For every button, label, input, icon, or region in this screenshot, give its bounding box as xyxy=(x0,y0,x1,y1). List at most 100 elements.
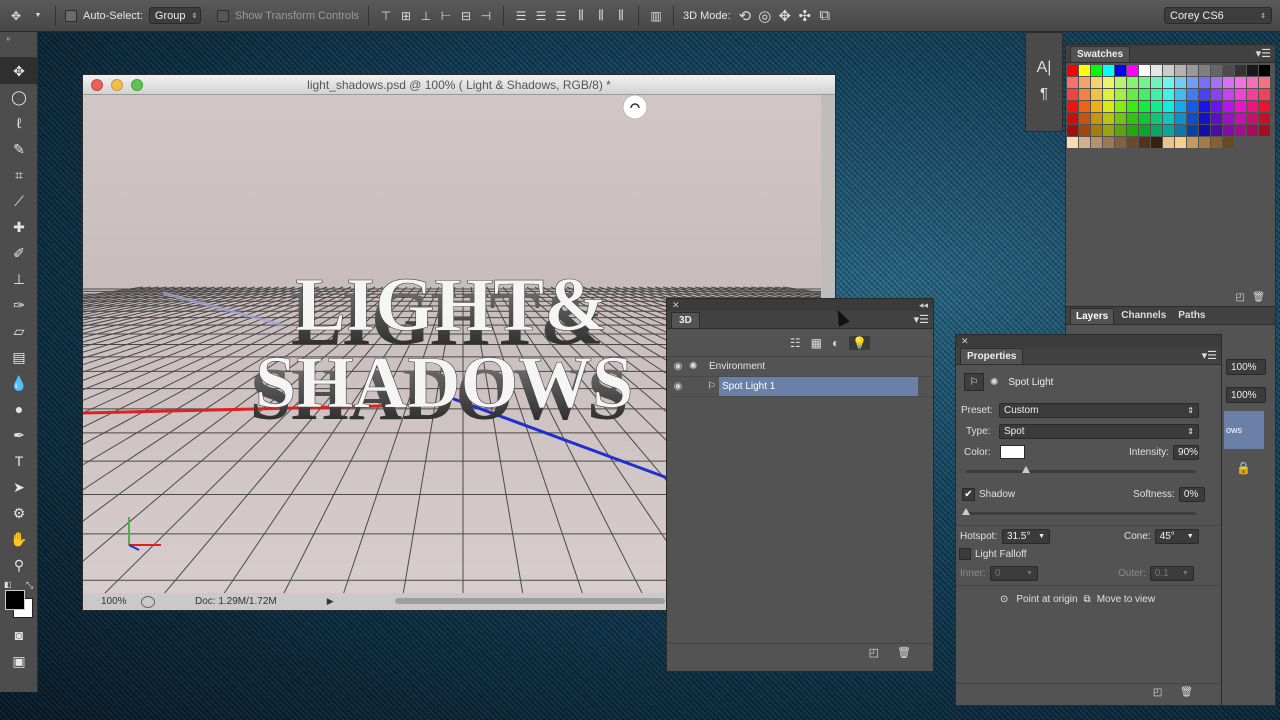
swatch[interactable] xyxy=(1199,89,1210,100)
distribute-left-icon[interactable]: ⫼ xyxy=(573,8,589,24)
properties-tab[interactable]: Properties xyxy=(960,347,1024,364)
whole-scene-icon[interactable]: ☷ xyxy=(790,336,801,350)
zoom-tool-icon[interactable]: ⚲ xyxy=(0,552,38,578)
dodge-tool-icon[interactable]: ● xyxy=(0,396,38,422)
3d-roll-icon[interactable]: ◎ xyxy=(757,8,773,25)
swatch[interactable] xyxy=(1079,89,1090,100)
swatch[interactable] xyxy=(1187,89,1198,100)
swatch[interactable] xyxy=(1079,65,1090,76)
default-colors-icon[interactable]: ◧ xyxy=(4,580,12,589)
swatch[interactable] xyxy=(1103,101,1114,112)
horizontal-scrollbar[interactable] xyxy=(395,598,665,604)
light-color-swatch[interactable] xyxy=(1000,445,1025,459)
tab-channels[interactable]: Channels xyxy=(1116,308,1171,323)
character-panel-icon[interactable]: A| xyxy=(1026,59,1062,77)
swatch[interactable] xyxy=(1247,65,1258,76)
swatch[interactable] xyxy=(1175,113,1186,124)
swatch[interactable] xyxy=(1163,89,1174,100)
swatch[interactable] xyxy=(1067,137,1078,148)
swatch[interactable] xyxy=(1103,77,1114,88)
paragraph-panel-icon[interactable]: ¶ xyxy=(1026,85,1062,102)
swatch[interactable] xyxy=(1187,77,1198,88)
swatch[interactable] xyxy=(1199,101,1210,112)
inner-field[interactable]: 0 ▼ xyxy=(990,565,1038,581)
swatch[interactable] xyxy=(1235,113,1246,124)
swatch[interactable] xyxy=(1127,125,1138,136)
swatch[interactable] xyxy=(1079,125,1090,136)
minimize-window-icon[interactable] xyxy=(111,79,123,91)
swatch[interactable] xyxy=(1175,77,1186,88)
swatch[interactable] xyxy=(1223,101,1234,112)
3d-panel-tab[interactable]: 3D xyxy=(671,311,700,328)
trash-icon[interactable]: 🗑 xyxy=(1252,292,1265,303)
swatch[interactable] xyxy=(1187,65,1198,76)
swatch[interactable] xyxy=(1247,77,1258,88)
auto-select-checkbox[interactable] xyxy=(65,9,77,22)
swatch[interactable] xyxy=(1067,77,1078,88)
collapse-panel-icon[interactable]: ◂◂ xyxy=(919,300,928,311)
swatch[interactable] xyxy=(1103,137,1114,148)
eraser-tool-icon[interactable]: ▱ xyxy=(0,318,38,344)
swatch[interactable] xyxy=(1187,137,1198,148)
swatch[interactable] xyxy=(1127,101,1138,112)
panel-menu-icon[interactable]: ▾☰ xyxy=(1202,349,1217,362)
quick-mask-icon[interactable]: ◙ xyxy=(0,622,38,648)
swatch[interactable] xyxy=(1223,77,1234,88)
swatch[interactable] xyxy=(1103,113,1114,124)
trash-icon[interactable]: 🗑 xyxy=(897,646,911,659)
swatch[interactable] xyxy=(1223,89,1234,100)
swatch[interactable] xyxy=(1235,65,1246,76)
swatch[interactable] xyxy=(1259,113,1270,124)
swatch[interactable] xyxy=(1151,65,1162,76)
lasso-tool-icon[interactable]: ℓ xyxy=(0,110,38,136)
3d-object-tool-icon[interactable]: ⚙ xyxy=(0,500,38,526)
close-panel-icon[interactable]: ✕ xyxy=(672,300,680,311)
path-select-tool-icon[interactable]: ➤ xyxy=(0,474,38,500)
collapse-icon[interactable]: » xyxy=(6,34,10,43)
swatch[interactable] xyxy=(1127,89,1138,100)
swatch[interactable] xyxy=(1211,137,1222,148)
history-brush-tool-icon[interactable]: ✑ xyxy=(0,292,38,318)
show-transform-checkbox[interactable] xyxy=(216,9,229,22)
swatch[interactable] xyxy=(1067,65,1078,76)
swatch[interactable] xyxy=(1139,77,1150,88)
distribute-hcenter-icon[interactable]: ⫼ xyxy=(593,8,609,24)
swatch[interactable] xyxy=(1091,101,1102,112)
light-widget-icon[interactable] xyxy=(622,95,648,120)
swatch[interactable] xyxy=(1115,65,1126,76)
marquee-tool-icon[interactable]: ◯ xyxy=(0,84,38,110)
align-right-icon[interactable]: ⊣ xyxy=(478,8,494,24)
swatch[interactable] xyxy=(1103,125,1114,136)
gradient-tool-icon[interactable]: ▤ xyxy=(0,344,38,370)
swatch[interactable] xyxy=(1163,77,1174,88)
status-menu-arrow-icon[interactable]: ▶ xyxy=(327,596,334,607)
hotspot-field[interactable]: 31.5° ▼ xyxy=(1002,528,1050,544)
swatch[interactable] xyxy=(1127,65,1138,76)
distribute-top-icon[interactable]: ☰ xyxy=(513,8,529,24)
swatch[interactable] xyxy=(1067,101,1078,112)
swatch[interactable] xyxy=(1127,113,1138,124)
intensity-field[interactable]: 90% xyxy=(1173,444,1200,460)
softness-field[interactable]: 0% xyxy=(1178,486,1205,502)
light-falloff-checkbox[interactable] xyxy=(959,548,971,560)
swatch[interactable] xyxy=(1199,125,1210,136)
distribute-vcenter-icon[interactable]: ☰ xyxy=(533,8,549,24)
outer-field[interactable]: 0.1 ▼ xyxy=(1149,565,1194,581)
swatch[interactable] xyxy=(1235,89,1246,100)
swatch[interactable] xyxy=(1139,113,1150,124)
close-window-icon[interactable] xyxy=(91,79,103,91)
swatch[interactable] xyxy=(1151,137,1162,148)
swatch[interactable] xyxy=(1139,125,1150,136)
move-tool-icon[interactable]: ✥ xyxy=(0,58,38,84)
swatch[interactable] xyxy=(1139,65,1150,76)
swatch[interactable] xyxy=(1259,77,1270,88)
intensity-slider-thumb[interactable] xyxy=(1021,466,1030,473)
swatch[interactable] xyxy=(1211,125,1222,136)
pen-tool-icon[interactable]: ✒ xyxy=(0,422,38,448)
swatch[interactable] xyxy=(1091,113,1102,124)
swatch[interactable] xyxy=(1115,101,1126,112)
tab-layers[interactable]: Layers xyxy=(1070,307,1115,324)
swatch[interactable] xyxy=(1091,137,1102,148)
swatch[interactable] xyxy=(1091,89,1102,100)
blur-tool-icon[interactable]: 💧 xyxy=(0,370,38,396)
